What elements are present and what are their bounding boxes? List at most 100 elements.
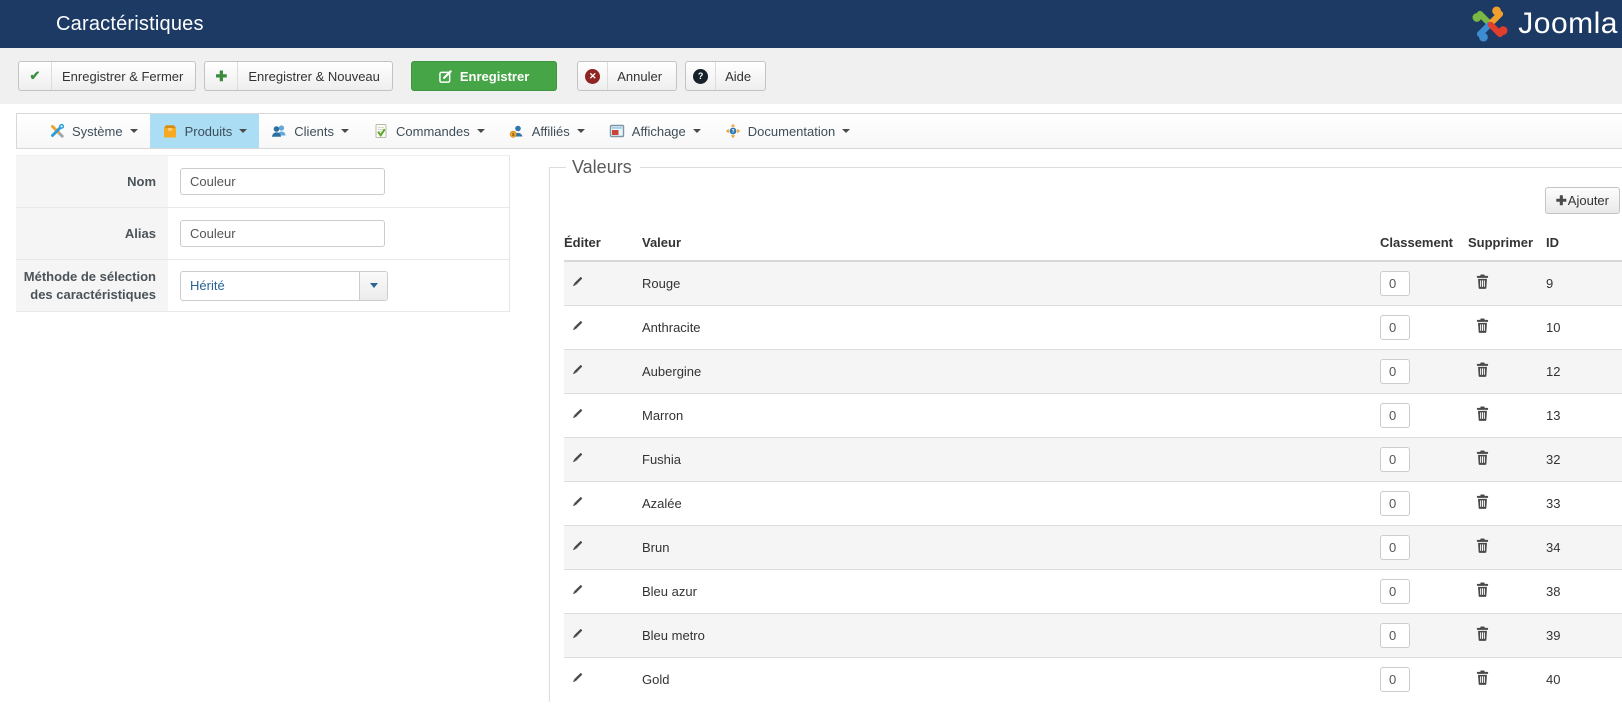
joomla-logo-text: Joomla (1518, 7, 1618, 40)
trash-icon[interactable] (1476, 494, 1489, 509)
form-row-selection-method: Méthode de sélection des caractéristique… (16, 260, 509, 312)
trash-icon[interactable] (1476, 318, 1489, 333)
ordering-input[interactable] (1380, 358, 1410, 384)
trash-icon[interactable] (1476, 450, 1489, 465)
chevron-down-icon (476, 129, 485, 133)
ordering-input[interactable] (1380, 578, 1410, 604)
value-row: Aubergine 0 12 (564, 349, 1622, 393)
values-legend: Valeurs (572, 157, 632, 177)
trash-icon[interactable] (1476, 406, 1489, 421)
edit-pencil-icon[interactable] (570, 275, 584, 289)
svg-text:$: $ (512, 132, 515, 138)
chevron-down-icon (239, 129, 248, 133)
edit-pencil-icon[interactable] (570, 627, 584, 641)
menu-item-produits[interactable]: Produits (149, 114, 260, 148)
chevron-down-icon (842, 129, 851, 133)
value-id: 32 (1546, 451, 1561, 467)
affiliate-icon: $ (509, 125, 523, 138)
value-row: Azalée 0 33 (564, 481, 1622, 525)
edit-pencil-icon[interactable] (570, 671, 584, 685)
value-row: Bleu azur 0 38 (564, 569, 1622, 613)
save-button[interactable]: Enregistrer (410, 61, 558, 91)
menu-item-clients[interactable]: Clients (259, 114, 361, 148)
check-icon: ✔ (19, 62, 52, 90)
header-editer: Éditer (564, 229, 642, 262)
edit-pencil-icon[interactable] (570, 583, 584, 597)
menu-label: Produits (184, 123, 233, 139)
menu-item-systeme[interactable]: Système (37, 114, 150, 148)
value-id: 33 (1546, 495, 1561, 511)
form-row-alias: Alias (16, 208, 509, 260)
edit-pencil-icon[interactable] (570, 539, 584, 553)
edit-pencil-icon[interactable] (570, 319, 584, 333)
documentation-icon: ? (725, 123, 740, 139)
characteristic-form: Nom Alias Méthode de sélection des carac… (0, 149, 549, 312)
menu-label: Commandes (396, 123, 470, 139)
nom-input[interactable] (180, 168, 385, 195)
ordering-input[interactable] (1380, 534, 1410, 560)
header-supprimer: Supprimer (1468, 229, 1546, 262)
values-table: Éditer Valeur Classement Supprimer ID Ro… (564, 229, 1622, 701)
joomla-logo: Joomla (1469, 2, 1618, 46)
value-id: 34 (1546, 539, 1561, 555)
form-row-nom: Nom (16, 156, 509, 208)
cancel-button[interactable]: ✕ Annuler (577, 61, 678, 91)
value-id: 40 (1546, 671, 1561, 687)
trash-icon[interactable] (1476, 538, 1489, 553)
order-sheet-icon (375, 124, 387, 138)
value-name: Aubergine (642, 363, 702, 379)
menu-item-commandes[interactable]: Commandes (361, 114, 497, 148)
menu-item-affilies[interactable]: $ Affiliés (497, 114, 597, 148)
ordering-input[interactable] (1380, 402, 1410, 428)
save-new-button[interactable]: ✚ Enregistrer & Nouveau (204, 61, 393, 91)
edit-pencil-icon[interactable] (570, 495, 584, 509)
trash-icon[interactable] (1476, 362, 1489, 377)
trash-icon[interactable] (1476, 626, 1489, 641)
alias-input[interactable] (180, 220, 385, 247)
value-row: Fushia 0 32 (564, 437, 1622, 481)
selection-method-select[interactable]: Hérité (180, 270, 388, 301)
ordering-input[interactable] (1380, 270, 1410, 296)
help-button[interactable]: ? Aide (685, 61, 767, 91)
edit-square-icon (439, 69, 452, 83)
cancel-icon: ✕ (578, 62, 609, 90)
save-close-label: Enregistrer & Fermer (62, 68, 184, 84)
toolbar: ✔ Enregistrer & Fermer ✚ Enregistrer & N… (0, 48, 1622, 104)
value-id: 12 (1546, 363, 1561, 379)
value-row: Brun 0 34 (564, 525, 1622, 569)
users-icon (272, 125, 286, 137)
ordering-input[interactable] (1380, 490, 1410, 516)
trash-icon[interactable] (1476, 670, 1489, 686)
value-name: Azalée (642, 495, 682, 511)
save-new-label: Enregistrer & Nouveau (248, 68, 380, 84)
value-name: Marron (642, 407, 684, 423)
ordering-input[interactable] (1380, 622, 1410, 648)
help-icon: ? (686, 62, 717, 90)
value-name: Gold (642, 671, 670, 687)
ordering-input[interactable] (1380, 314, 1410, 340)
menu-label: Affichage (631, 123, 686, 139)
edit-pencil-icon[interactable] (570, 451, 584, 465)
ordering-input[interactable] (1380, 446, 1410, 472)
header-valeur: Valeur (642, 229, 1380, 262)
value-row: Bleu metro 0 39 (564, 613, 1622, 657)
plus-icon: ✚ (1555, 192, 1567, 208)
menu-item-affichage[interactable]: Affichage (597, 114, 713, 148)
value-name: Brun (642, 539, 670, 555)
chevron-down-icon (692, 129, 701, 133)
trash-icon[interactable] (1476, 582, 1489, 597)
edit-pencil-icon[interactable] (570, 407, 584, 421)
menu-item-documentation[interactable]: ? Documentation (713, 114, 862, 148)
chevron-down-icon (369, 283, 378, 288)
value-row: Marron 0 13 (564, 393, 1622, 437)
save-close-button[interactable]: ✔ Enregistrer & Fermer (18, 61, 197, 91)
header-classement: Classement (1380, 229, 1468, 262)
trash-icon[interactable] (1476, 274, 1489, 290)
ordering-input[interactable] (1380, 666, 1410, 692)
add-value-button[interactable]: ✚ Ajouter (1544, 187, 1620, 214)
values-panel-wrap: Valeurs ✚ Ajouter Éditer Valeur Classeme… (549, 149, 1622, 702)
add-value-label: Ajouter (1567, 193, 1609, 208)
select-dropdown-button[interactable] (359, 271, 387, 300)
edit-pencil-icon[interactable] (570, 363, 584, 377)
value-name: Anthracite (642, 319, 701, 335)
